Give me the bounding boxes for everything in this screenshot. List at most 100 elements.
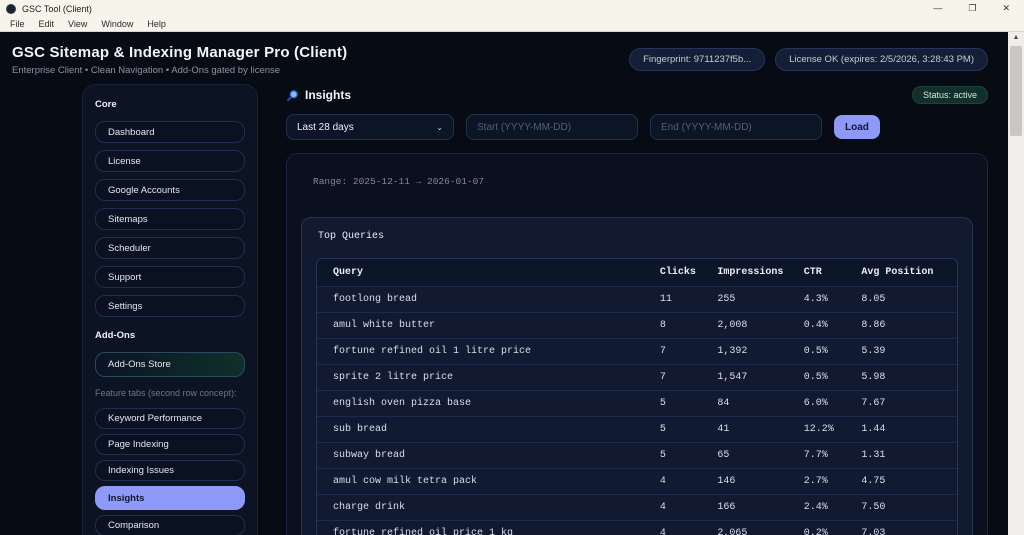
cell-query: sub bread: [317, 417, 650, 443]
table-header-row: QueryClicksImpressionsCTRAvg Position: [317, 259, 957, 287]
range-label: Range: 2025-12-11 → 2026-01-07: [313, 176, 973, 187]
cell-impressions: 84: [707, 391, 793, 417]
cell-avg-position: 7.03: [851, 521, 957, 535]
minimize-button[interactable]: —: [933, 3, 942, 14]
cell-query: charge drink: [317, 495, 650, 521]
sidebar-item-page-indexing[interactable]: Page Indexing: [95, 434, 245, 455]
cell-ctr: 7.7%: [794, 443, 852, 469]
magnifier-icon: [286, 89, 299, 102]
cell-avg-position: 1.44: [851, 417, 957, 443]
cell-query: fortune refined oil price 1 kg: [317, 521, 650, 535]
cell-query: footlong bread: [317, 287, 650, 313]
cell-impressions: 255: [707, 287, 793, 313]
cell-impressions: 2,065: [707, 521, 793, 535]
cell-avg-position: 7.50: [851, 495, 957, 521]
sidebar-item-settings[interactable]: Settings: [95, 295, 245, 317]
cell-clicks: 5: [650, 417, 708, 443]
sidebar-item-scheduler[interactable]: Scheduler: [95, 237, 245, 259]
cell-avg-position: 5.98: [851, 365, 957, 391]
cell-clicks: 4: [650, 495, 708, 521]
close-button[interactable]: ✕: [1002, 3, 1010, 14]
sidebar-item-keyword-performance[interactable]: Keyword Performance: [95, 408, 245, 429]
vertical-scrollbar[interactable]: ▲: [1008, 32, 1024, 535]
cell-avg-position: 8.05: [851, 287, 957, 313]
menu-item-help[interactable]: Help: [147, 19, 166, 29]
cell-ctr: 12.2%: [794, 417, 852, 443]
sidebar-section-core: Core: [95, 99, 245, 110]
main-content: Insights Status: active Last 28 days ⌄ L…: [286, 84, 988, 535]
page-title: GSC Sitemap & Indexing Manager Pro (Clie…: [12, 44, 347, 61]
cell-impressions: 41: [707, 417, 793, 443]
menu-item-file[interactable]: File: [10, 19, 25, 29]
cell-impressions: 1,547: [707, 365, 793, 391]
sidebar-item-google-accounts[interactable]: Google Accounts: [95, 179, 245, 201]
sidebar-item-dashboard[interactable]: Dashboard: [95, 121, 245, 143]
top-queries-title: Top Queries: [318, 231, 958, 242]
cell-avg-position: 1.31: [851, 443, 957, 469]
column-header-ctr: CTR: [794, 259, 852, 287]
cell-ctr: 0.5%: [794, 339, 852, 365]
cell-clicks: 5: [650, 443, 708, 469]
cell-ctr: 0.4%: [794, 313, 852, 339]
cell-query: amul cow milk tetra pack: [317, 469, 650, 495]
app-window-icon: [6, 4, 16, 14]
status-badge: Status: active: [912, 86, 988, 104]
sidebar-item-addons-store[interactable]: Add-Ons Store: [95, 352, 245, 377]
table-row: charge drink41662.4%7.50: [317, 495, 957, 521]
cell-query: amul white butter: [317, 313, 650, 339]
table-row: amul white butter82,0080.4%8.86: [317, 313, 957, 339]
sidebar-item-insights[interactable]: Insights: [95, 486, 245, 510]
cell-avg-position: 7.67: [851, 391, 957, 417]
table-row: fortune refined oil 1 litre price71,3920…: [317, 339, 957, 365]
insights-panel: Range: 2025-12-11 → 2026-01-07 Top Queri…: [286, 153, 988, 535]
table-row: subway bread5657.7%1.31: [317, 443, 957, 469]
table-row: sub bread54112.2%1.44: [317, 417, 957, 443]
cell-ctr: 0.2%: [794, 521, 852, 535]
cell-impressions: 65: [707, 443, 793, 469]
window-titlebar: GSC Tool (Client) — ❐ ✕: [0, 0, 1024, 17]
top-queries-table: QueryClicksImpressionsCTRAvg Position fo…: [317, 259, 957, 535]
menu-item-edit[interactable]: Edit: [39, 19, 55, 29]
end-date-input[interactable]: [650, 114, 822, 140]
cell-clicks: 7: [650, 339, 708, 365]
cell-impressions: 2,008: [707, 313, 793, 339]
cell-ctr: 4.3%: [794, 287, 852, 313]
date-range-select[interactable]: Last 28 days ⌄: [286, 114, 454, 140]
cell-avg-position: 5.39: [851, 339, 957, 365]
menu-item-window[interactable]: Window: [101, 19, 133, 29]
cell-ctr: 0.5%: [794, 365, 852, 391]
menu-bar: File Edit View Window Help: [0, 17, 1024, 32]
header-badge-license: License OK (expires: 2/5/2026, 3:28:43 P…: [775, 48, 988, 71]
sidebar-item-license[interactable]: License: [95, 150, 245, 172]
cell-clicks: 4: [650, 521, 708, 535]
cell-avg-position: 4.75: [851, 469, 957, 495]
cell-clicks: 4: [650, 469, 708, 495]
sidebar-item-comparison[interactable]: Comparison: [95, 515, 245, 535]
cell-clicks: 7: [650, 365, 708, 391]
chevron-down-icon: ⌄: [436, 123, 443, 132]
sidebar-item-support[interactable]: Support: [95, 266, 245, 288]
cell-clicks: 11: [650, 287, 708, 313]
sidebar-item-sitemaps[interactable]: Sitemaps: [95, 208, 245, 230]
cell-impressions: 146: [707, 469, 793, 495]
column-header-impressions: Impressions: [707, 259, 793, 287]
date-range-select-value: Last 28 days: [297, 122, 354, 133]
column-header-query: Query: [317, 259, 650, 287]
cell-clicks: 5: [650, 391, 708, 417]
maximize-button[interactable]: ❐: [968, 3, 976, 14]
menu-item-view[interactable]: View: [68, 19, 87, 29]
cell-ctr: 6.0%: [794, 391, 852, 417]
column-header-clicks: Clicks: [650, 259, 708, 287]
table-row: amul cow milk tetra pack41462.7%4.75: [317, 469, 957, 495]
cell-clicks: 8: [650, 313, 708, 339]
sidebar-item-indexing-issues[interactable]: Indexing Issues: [95, 460, 245, 481]
cell-ctr: 2.4%: [794, 495, 852, 521]
section-title: Insights: [305, 88, 351, 102]
start-date-input[interactable]: [466, 114, 638, 140]
load-button[interactable]: Load: [834, 115, 880, 139]
top-queries-card: Top Queries QueryClicksImpressionsCTRAvg…: [301, 217, 973, 535]
scroll-up-icon[interactable]: ▲: [1008, 32, 1024, 41]
header-badge-fingerprint: Fingerprint: 9711237f5b...: [629, 48, 765, 71]
window-title: GSC Tool (Client): [22, 4, 933, 14]
scrollbar-thumb[interactable]: [1010, 46, 1022, 136]
